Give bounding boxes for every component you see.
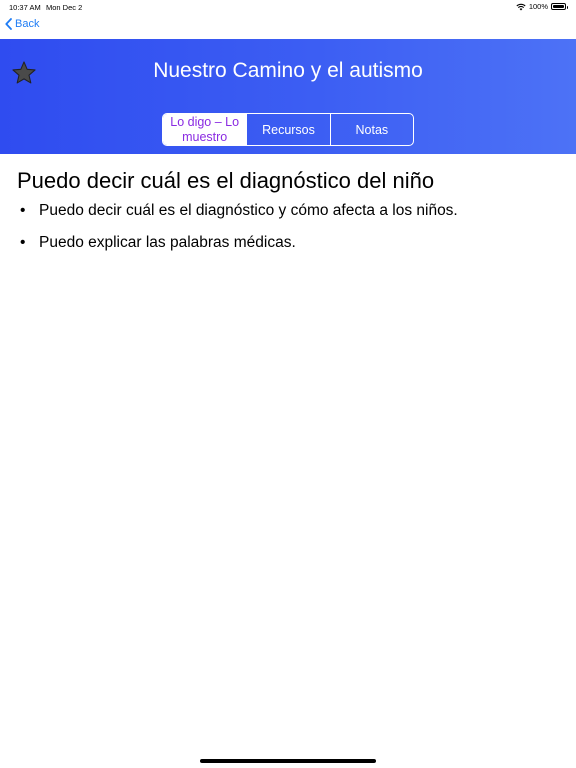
status-right: 100% xyxy=(516,2,568,11)
section-heading: Puedo decir cuál es el diagnóstico del n… xyxy=(17,168,435,193)
bullet-list: • Puedo decir cuál es el diagnóstico y c… xyxy=(20,202,458,266)
back-label: Back xyxy=(15,18,40,30)
tab-notas[interactable]: Notas xyxy=(329,114,413,145)
home-indicator[interactable] xyxy=(200,759,376,763)
back-button[interactable]: Back xyxy=(5,18,39,30)
list-item-text: Puedo decir cuál es el diagnóstico y cóm… xyxy=(39,202,458,219)
wifi-icon xyxy=(516,3,526,10)
status-bar: 10:37 AM Mon Dec 2 100% xyxy=(0,0,576,14)
segmented-control: Lo digo – Lo muestro Recursos Notas xyxy=(162,113,414,146)
tab-lo-digo-lo-muestro[interactable]: Lo digo – Lo muestro xyxy=(163,114,247,145)
bullet-symbol: • xyxy=(20,234,26,251)
list-item-text: Puedo explicar las palabras médicas. xyxy=(39,234,296,251)
battery-icon xyxy=(551,3,568,10)
status-time: 10:37 AM xyxy=(9,3,41,12)
list-item: • Puedo decir cuál es el diagnóstico y c… xyxy=(20,202,458,234)
list-item: • Puedo explicar las palabras médicas. xyxy=(20,234,458,266)
header-banner: Nuestro Camino y el autismo Lo digo – Lo… xyxy=(0,39,576,154)
nav-bar: Back xyxy=(0,14,576,39)
battery-percent: 100% xyxy=(528,2,548,11)
page-title: Nuestro Camino y el autismo xyxy=(153,59,423,82)
tab-recursos[interactable]: Recursos xyxy=(246,114,329,145)
bullet-symbol: • xyxy=(20,202,26,219)
chevron-left-icon xyxy=(5,18,12,30)
status-date: Mon Dec 2 xyxy=(46,3,83,12)
